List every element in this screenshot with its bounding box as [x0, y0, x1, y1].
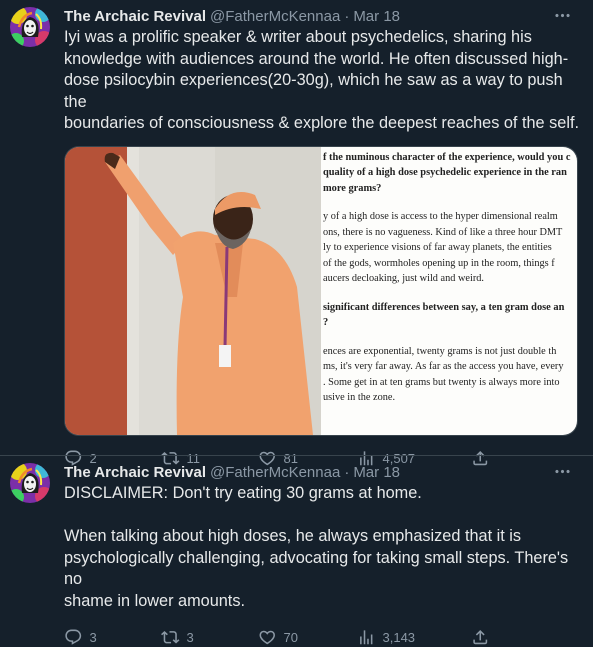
tweet-actions: 3 3 70 3,143	[64, 627, 581, 647]
article-line: quality of a high dose psychedelic exper…	[323, 167, 567, 178]
tweet-header: The Archaic Revival @FatherMcKennaa · Ma…	[64, 0, 581, 26]
article-line: f the numinous character of the experien…	[323, 151, 571, 163]
article-line: significant differences between say, a t…	[323, 301, 565, 313]
article-line: ly to experience visions of far away pla…	[323, 242, 552, 253]
author-name[interactable]: The Archaic Revival	[64, 464, 206, 481]
separator-dot: ·	[344, 463, 350, 481]
reply-button[interactable]: 3	[64, 628, 161, 647]
more-options-icon[interactable]	[549, 4, 575, 26]
tweet-date[interactable]: Mar 18	[353, 464, 400, 481]
like-count: 70	[283, 629, 298, 645]
article-spacer	[323, 331, 577, 344]
like-icon	[258, 628, 277, 647]
tweet-date[interactable]: Mar 18	[353, 8, 400, 25]
avatar[interactable]	[10, 463, 50, 503]
tweet-text: DISCLAIMER: Don't try eating 30 grams at…	[64, 484, 569, 610]
avatar[interactable]	[10, 7, 50, 47]
tweet-header: The Archaic Revival @FatherMcKennaa · Ma…	[64, 456, 581, 482]
like-button[interactable]: 70	[258, 628, 357, 647]
article-excerpt: f the numinous character of the experien…	[321, 146, 577, 435]
article-line: aucers decloaking, just wild and weird.	[323, 273, 484, 284]
views-icon	[357, 628, 376, 647]
author-name[interactable]: The Archaic Revival	[64, 8, 206, 25]
separator-dot: ·	[344, 7, 350, 25]
tweet-text: Iyi was a prolific speaker & writer abou…	[64, 28, 579, 132]
tweet-media[interactable]: f the numinous character of the experien…	[64, 145, 578, 436]
more-options-icon[interactable]	[549, 460, 575, 482]
author-handle[interactable]: @FatherMcKennaa	[210, 8, 340, 25]
article-line: ?	[323, 317, 329, 328]
share-button[interactable]	[471, 628, 490, 647]
view-count: 3,143	[382, 629, 416, 645]
article-line: ons, there is no vagueness. Kind of like…	[323, 226, 563, 238]
article-line: ms, it's very far away. As far as the ac…	[323, 361, 564, 372]
views-button[interactable]: 3,143	[357, 628, 471, 647]
article-line: of the gods, wormholes opening up in the…	[323, 257, 555, 269]
reply-icon	[64, 628, 83, 647]
tweet[interactable]: The Archaic Revival @FatherMcKennaa · Ma…	[0, 455, 593, 645]
speaker-photo	[65, 146, 321, 435]
tweet[interactable]: The Archaic Revival @FatherMcKennaa · Ma…	[0, 0, 593, 466]
article-line: . Some get in at ten grams but twenty is…	[323, 376, 560, 388]
repost-icon	[161, 628, 180, 647]
article-spacer	[323, 287, 577, 300]
author-handle[interactable]: @FatherMcKennaa	[210, 464, 340, 481]
article-line: usive in the zone.	[323, 392, 396, 403]
repost-button[interactable]: 3	[161, 628, 258, 647]
article-line: ences are exponential, twenty grams is n…	[323, 345, 557, 357]
article-line: more grams?	[323, 182, 382, 194]
repost-count: 3	[186, 629, 194, 645]
article-spacer	[323, 196, 577, 209]
share-icon	[471, 628, 490, 647]
reply-count: 3	[89, 629, 97, 645]
article-line: y of a high dose is access to the hyper …	[323, 211, 558, 222]
